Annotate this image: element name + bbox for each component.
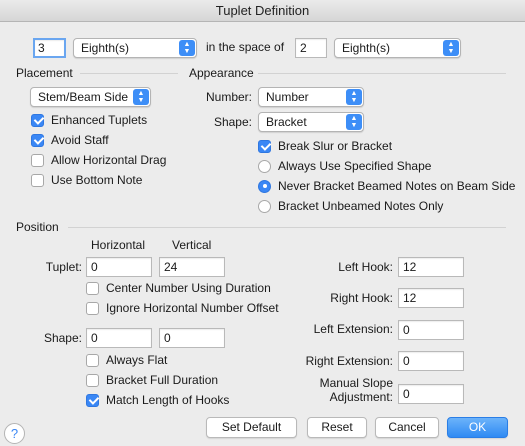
bracket-full-duration-checkbox[interactable]: Bracket Full Duration: [86, 373, 218, 387]
tuplet-position-label: Tuplet:: [45, 260, 82, 274]
position-title: Position: [16, 220, 59, 234]
left-extension-label: Left Extension:: [313, 322, 393, 336]
tuplet-space-unit-popup[interactable]: Eighth(s) ▲ ▼: [334, 38, 461, 58]
radio-unselected-icon: [258, 159, 271, 173]
checkbox-unchecked-icon: [86, 373, 99, 387]
left-hook-field[interactable]: 12: [398, 257, 464, 277]
shape-horizontal-field[interactable]: 0: [86, 328, 152, 348]
number-label: Number:: [205, 90, 252, 104]
never-bracket-beamed-radio[interactable]: Never Bracket Beamed Notes on Beam Side: [258, 179, 515, 193]
bracket-unbeamed-radio[interactable]: Bracket Unbeamed Notes Only: [258, 199, 443, 213]
always-use-shape-radio[interactable]: Always Use Specified Shape: [258, 159, 431, 173]
right-extension-field[interactable]: 0: [398, 351, 464, 371]
appearance-title: Appearance: [189, 66, 254, 80]
tuplet-count-unit-popup[interactable]: Eighth(s) ▲ ▼: [73, 38, 197, 58]
reset-button[interactable]: Reset: [307, 417, 367, 438]
placement-mode-popup[interactable]: Stem/Beam Side ▲ ▼: [30, 87, 151, 107]
shape-popup-value: Bracket: [266, 115, 307, 129]
ignore-offset-label: Ignore Horizontal Number Offset: [106, 301, 279, 315]
checkbox-checked-icon: [31, 113, 44, 127]
shape-vertical-field[interactable]: 0: [159, 328, 225, 348]
left-hook-label: Left Hook:: [338, 260, 393, 274]
number-popup[interactable]: Number ▲ ▼: [258, 87, 364, 107]
left-extension-field[interactable]: 0: [398, 320, 464, 340]
manual-slope-label-line1: Manual Slope: [319, 376, 393, 390]
always-flat-label: Always Flat: [106, 353, 168, 367]
checkbox-unchecked-icon: [31, 153, 44, 167]
shape-popup[interactable]: Bracket ▲ ▼: [258, 112, 364, 132]
right-hook-label: Right Hook:: [330, 291, 393, 305]
placement-mode-value: Stem/Beam Side: [38, 90, 129, 104]
set-default-button[interactable]: Set Default: [206, 417, 297, 438]
popup-arrows-icon: ▲ ▼: [443, 40, 459, 56]
enhanced-tuplets-label: Enhanced Tuplets: [51, 113, 148, 127]
always-flat-checkbox[interactable]: Always Flat: [86, 353, 167, 367]
bracket-unbeamed-label: Bracket Unbeamed Notes Only: [278, 199, 444, 213]
appearance-separator: [258, 73, 506, 74]
number-popup-value: Number: [266, 90, 309, 104]
popup-arrows-icon: ▲ ▼: [346, 89, 362, 105]
use-bottom-note-label: Use Bottom Note: [51, 173, 143, 187]
avoid-staff-checkbox[interactable]: Avoid Staff: [31, 133, 109, 147]
tuplet-count-field[interactable]: 3: [33, 38, 66, 58]
placement-separator: [80, 73, 178, 74]
vertical-header: Vertical: [172, 238, 212, 252]
checkbox-checked-icon: [86, 393, 99, 407]
cancel-button[interactable]: Cancel: [375, 417, 439, 438]
checkbox-unchecked-icon: [86, 353, 99, 367]
match-hooks-checkbox[interactable]: Match Length of Hooks: [86, 393, 229, 407]
checkbox-checked-icon: [31, 133, 44, 147]
checkbox-unchecked-icon: [86, 301, 99, 315]
tuplet-horizontal-field[interactable]: 0: [86, 257, 152, 277]
shape-label: Shape:: [213, 115, 252, 129]
match-hooks-label: Match Length of Hooks: [106, 393, 230, 407]
in-space-label: in the space of: [206, 40, 285, 54]
checkbox-unchecked-icon: [86, 281, 99, 295]
never-bracket-beamed-label: Never Bracket Beamed Notes on Beam Side: [278, 179, 516, 193]
popup-arrows-icon: ▲ ▼: [346, 114, 362, 130]
manual-slope-field[interactable]: 0: [398, 384, 464, 404]
tuplet-count-unit-value: Eighth(s): [81, 41, 130, 55]
popup-arrows-icon: ▲ ▼: [133, 89, 149, 105]
allow-horizontal-drag-label: Allow Horizontal Drag: [51, 153, 167, 167]
tuplet-vertical-field[interactable]: 24: [159, 257, 225, 277]
use-bottom-note-checkbox[interactable]: Use Bottom Note: [31, 173, 142, 187]
right-hook-field[interactable]: 12: [398, 288, 464, 308]
avoid-staff-label: Avoid Staff: [51, 133, 109, 147]
placement-title: Placement: [16, 66, 73, 80]
enhanced-tuplets-checkbox[interactable]: Enhanced Tuplets: [31, 113, 147, 127]
radio-selected-icon: [258, 179, 271, 193]
radio-unselected-icon: [258, 199, 271, 213]
center-number-label: Center Number Using Duration: [106, 281, 271, 295]
horizontal-header: Horizontal: [91, 238, 146, 252]
position-separator: [68, 227, 506, 228]
tuplet-space-field[interactable]: 2: [295, 38, 327, 58]
always-use-shape-label: Always Use Specified Shape: [278, 159, 432, 173]
allow-horizontal-drag-checkbox[interactable]: Allow Horizontal Drag: [31, 153, 166, 167]
tuplet-space-unit-value: Eighth(s): [342, 41, 391, 55]
manual-slope-label-line2: Adjustment:: [329, 390, 393, 404]
checkbox-checked-icon: [258, 139, 271, 153]
ok-button[interactable]: OK: [447, 417, 508, 438]
checkbox-unchecked-icon: [31, 173, 44, 187]
shape-position-label: Shape:: [43, 331, 82, 345]
right-extension-label: Right Extension:: [305, 354, 393, 368]
ignore-offset-checkbox[interactable]: Ignore Horizontal Number Offset: [86, 301, 279, 315]
break-slur-label: Break Slur or Bracket: [278, 139, 393, 153]
break-slur-checkbox[interactable]: Break Slur or Bracket: [258, 139, 392, 153]
help-button[interactable]: ?: [4, 423, 25, 444]
popup-arrows-icon: ▲ ▼: [179, 40, 195, 56]
center-number-checkbox[interactable]: Center Number Using Duration: [86, 281, 271, 295]
bracket-full-duration-label: Bracket Full Duration: [106, 373, 219, 387]
window-title: Tuplet Definition: [0, 0, 525, 22]
